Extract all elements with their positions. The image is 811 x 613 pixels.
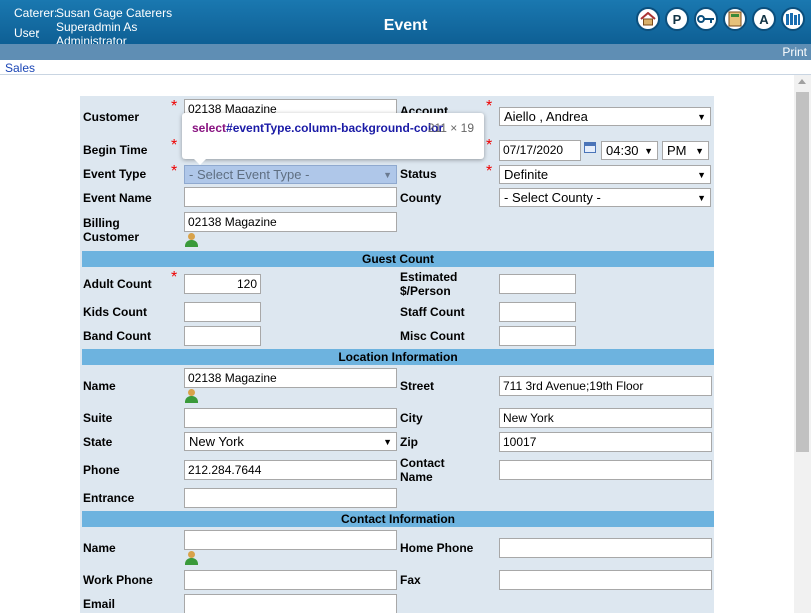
account-required-mark: * — [486, 98, 493, 115]
contact-person-name-input[interactable] — [184, 530, 397, 550]
kids-count-label: Kids Count — [83, 305, 147, 319]
begin-time-label: Begin Time — [83, 143, 148, 157]
key-icon[interactable] — [694, 7, 718, 31]
band-count-label: Band Count — [83, 329, 151, 343]
state-select[interactable]: New York — [184, 432, 397, 451]
event-date-input[interactable]: 07/17/2020 — [499, 140, 581, 161]
scroll-up-arrow-icon[interactable] — [798, 79, 806, 84]
estimated-per-person-label: Estimated $/Person — [400, 270, 458, 298]
location-name-input[interactable]: 02138 Magazine — [184, 368, 397, 388]
home-phone-input[interactable] — [499, 538, 712, 558]
adult-count-input[interactable]: 120 — [184, 274, 261, 294]
misc-count-input[interactable] — [499, 326, 576, 346]
calendar-icon[interactable] — [584, 142, 596, 153]
home-phone-label: Home Phone — [400, 541, 474, 555]
band-count-input[interactable] — [184, 326, 261, 346]
kids-count-input[interactable] — [184, 302, 261, 322]
event-form: Customer * 02138 Magazine Account * Aiel… — [80, 96, 714, 613]
location-info-header: Location Information — [82, 349, 714, 365]
begin-time-required-mark: * — [171, 137, 178, 154]
phone-input[interactable]: 212.284.7644 — [184, 460, 397, 480]
fax-input[interactable] — [499, 570, 712, 590]
adult-count-label: Adult Count — [83, 277, 152, 291]
work-phone-label: Work Phone — [83, 573, 153, 587]
print-link[interactable]: Print — [782, 45, 807, 59]
email-input[interactable] — [184, 594, 397, 613]
breadcrumb-sales[interactable]: Sales — [5, 61, 35, 75]
status-select[interactable]: Definite — [499, 165, 711, 184]
header-toolbar: P A — [636, 7, 805, 31]
status-required-mark: * — [486, 163, 493, 180]
state-label: State — [83, 435, 113, 449]
staff-count-input[interactable] — [499, 302, 576, 322]
event-type-required-mark: * — [171, 163, 178, 180]
devtools-inspect-tooltip: select#eventType.column-background-color… — [182, 113, 484, 159]
header-subbar — [0, 44, 811, 60]
phone-label: Phone — [83, 463, 120, 477]
contact-name-input[interactable] — [499, 460, 712, 480]
book-icon[interactable] — [723, 7, 747, 31]
p-icon[interactable]: P — [665, 7, 689, 31]
account-select[interactable]: Aiello , Andrea — [499, 107, 711, 126]
billing-customer-label: Billing Customer — [83, 216, 140, 244]
street-label: Street — [400, 379, 435, 393]
scrollbar-thumb[interactable] — [796, 92, 809, 452]
status-label: Status — [400, 167, 437, 181]
contact-name-label: Contact Name — [400, 456, 445, 484]
location-person-icon[interactable] — [184, 389, 200, 403]
contact-person-icon[interactable] — [184, 551, 200, 565]
tooltip-size: 211 × 19 — [427, 121, 474, 135]
entrance-label: Entrance — [83, 491, 135, 505]
contact-info-header: Contact Information — [82, 511, 714, 527]
entrance-input[interactable] — [184, 488, 397, 508]
ampm-select[interactable]: PM — [662, 141, 709, 160]
county-select[interactable]: - Select County - — [499, 188, 711, 207]
city-input[interactable]: New York — [499, 408, 712, 428]
date-required-mark: * — [486, 137, 493, 154]
library-icon[interactable] — [781, 7, 805, 31]
event-name-input[interactable] — [184, 187, 397, 207]
staff-count-label: Staff Count — [400, 305, 465, 319]
guest-count-header: Guest Count — [82, 251, 714, 267]
county-label: County — [400, 191, 442, 205]
fax-label: Fax — [400, 573, 421, 587]
event-type-label: Event Type — [83, 167, 147, 181]
suite-label: Suite — [83, 411, 113, 425]
location-name-label: Name — [83, 379, 116, 393]
email-label: Email — [83, 597, 116, 611]
hour-select[interactable]: 04:30 — [601, 141, 658, 160]
vertical-scrollbar[interactable] — [794, 75, 811, 613]
zip-label: Zip — [400, 435, 418, 449]
misc-count-label: Misc Count — [400, 329, 465, 343]
street-input[interactable]: 711 3rd Avenue;19th Floor — [499, 376, 712, 396]
work-phone-input[interactable] — [184, 570, 397, 590]
adult-count-required-mark: * — [171, 269, 178, 286]
tooltip-arrow — [193, 158, 207, 165]
tooltip-selector: #eventType.column-background-color — [226, 121, 444, 135]
billing-customer-person-icon[interactable] — [184, 233, 200, 247]
header-separator — [0, 74, 811, 75]
event-name-label: Event Name — [83, 191, 152, 205]
customer-required-mark: * — [171, 98, 178, 115]
event-type-select[interactable]: - Select Event Type - — [184, 165, 397, 184]
estimated-per-person-input[interactable] — [499, 274, 576, 294]
suite-input[interactable] — [184, 408, 397, 428]
billing-customer-input[interactable]: 02138 Magazine — [184, 212, 397, 232]
contact-person-name-label: Name — [83, 541, 116, 555]
a-icon[interactable]: A — [752, 7, 776, 31]
tooltip-tag: select — [192, 121, 227, 135]
zip-input[interactable]: 10017 — [499, 432, 712, 452]
home-icon[interactable] — [636, 7, 660, 31]
city-label: City — [400, 411, 423, 425]
customer-label: Customer — [83, 110, 140, 124]
